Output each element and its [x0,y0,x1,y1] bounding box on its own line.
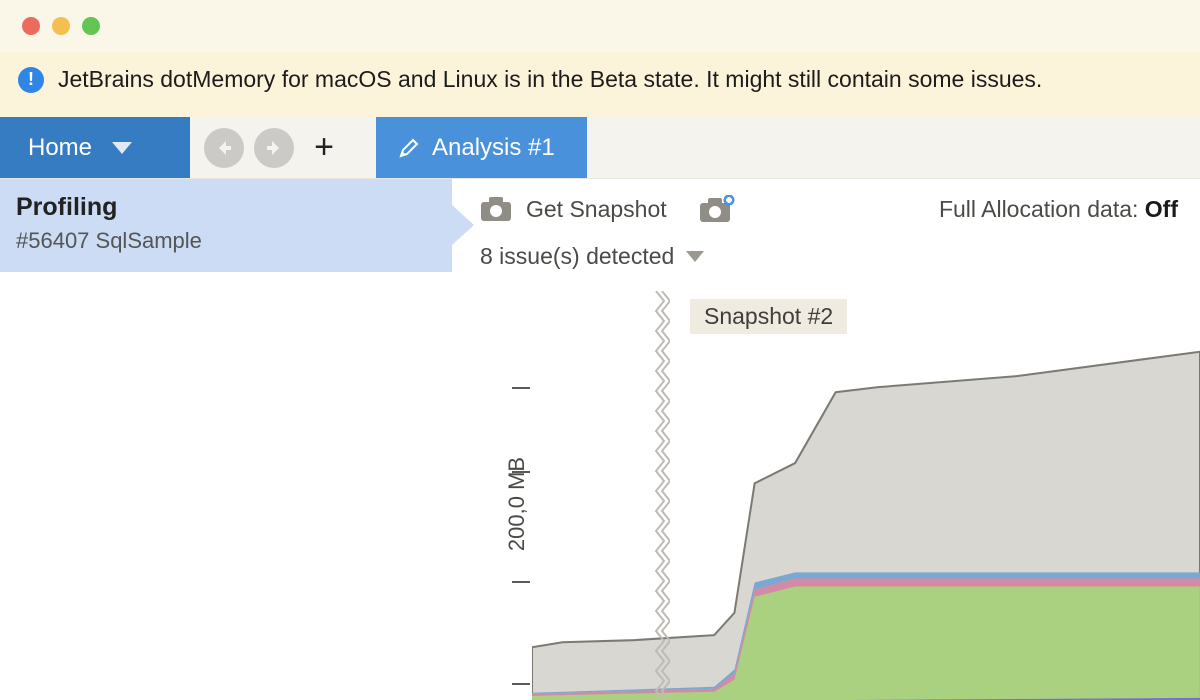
content-area: Profiling #56407 SqlSample Get Snapshot [0,179,1200,700]
issues-label: 8 issue(s) detected [480,243,674,270]
window-zoom-button[interactable] [82,17,100,35]
profiling-session-card[interactable]: Profiling #56407 SqlSample [0,179,452,272]
profiling-subtitle: #56407 SqlSample [16,228,436,254]
tab-strip: Home + Analysis #1 [0,117,1200,179]
snapshot-settings-button[interactable] [699,195,735,223]
time-break-icon [652,291,670,700]
camera-gear-icon [699,195,735,223]
snapshot-marker-label: Snapshot #2 [704,303,833,329]
window-titlebar [0,0,1200,52]
home-tab-label: Home [28,134,92,162]
chart-tick [512,683,530,685]
nav-back-button[interactable] [204,128,244,168]
window-minimize-button[interactable] [52,17,70,35]
chevron-down-icon [686,251,704,262]
memory-chart[interactable]: 200,0 MB Sn [452,291,1200,700]
allocation-label: Full Allocation data: [939,196,1145,222]
allocation-state: Off [1145,196,1178,222]
beta-banner: ! JetBrains dotMemory for macOS and Linu… [0,52,1200,117]
chart-tick [512,471,530,473]
allocation-data-toggle[interactable]: Full Allocation data: Off [939,196,1178,223]
camera-icon [480,196,512,222]
sidebar: Profiling #56407 SqlSample [0,179,452,700]
chart-tick [512,581,530,583]
add-tab-button[interactable]: + [304,128,344,168]
info-icon: ! [18,67,44,93]
snapshot-marker[interactable]: Snapshot #2 [690,299,847,334]
pencil-icon [398,137,420,159]
issues-dropdown[interactable]: 8 issue(s) detected [480,231,1200,277]
get-snapshot-button[interactable]: Get Snapshot [480,196,667,223]
main-toolbar: Get Snapshot Full Allocation data: Off [480,179,1200,231]
chart-plot [532,291,1200,700]
chevron-down-icon [112,142,132,154]
nav-forward-button[interactable] [254,128,294,168]
banner-text: JetBrains dotMemory for macOS and Linux … [58,66,1042,93]
analysis-tab[interactable]: Analysis #1 [376,117,587,178]
get-snapshot-label: Get Snapshot [526,196,667,223]
main-panel: Get Snapshot Full Allocation data: Off 8… [452,179,1200,700]
analysis-tab-label: Analysis #1 [432,134,555,162]
profiling-title: Profiling [16,193,436,222]
window-close-button[interactable] [22,17,40,35]
chart-tick [512,387,530,389]
home-tab[interactable]: Home [0,117,190,178]
